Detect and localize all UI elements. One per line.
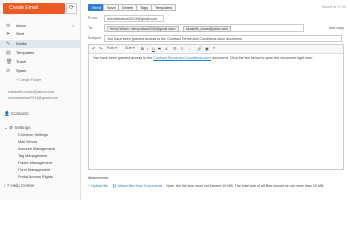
contacts-label: Contacts bbox=[10, 111, 29, 116]
editor-toolbar: ↶ ↷ Font ▾ Size ▾ B I U S A ☰ ≡ ⫶ 🔗 ▣ ❝ bbox=[89, 45, 343, 54]
folder-label: Trash bbox=[16, 59, 27, 64]
folder-label: Sent bbox=[16, 31, 25, 36]
help-section[interactable]: › ? Help Center bbox=[4, 183, 35, 188]
from-value: michaelcalore2013@gmail.com bbox=[107, 17, 158, 21]
folder-trash[interactable]: 🗑 Trash bbox=[0, 58, 80, 66]
refresh-button[interactable]: ⟳ bbox=[66, 3, 77, 14]
list-icon[interactable]: ☰ bbox=[173, 46, 177, 51]
align-icon[interactable]: ⫶ bbox=[189, 46, 190, 51]
folder-label: Inbox bbox=[16, 23, 26, 28]
inbox-icon: ✉ bbox=[6, 23, 11, 29]
settings-label: Settings bbox=[14, 125, 31, 130]
quote-icon[interactable]: ❝ bbox=[213, 46, 215, 51]
trash-icon: 🗑 bbox=[6, 59, 13, 65]
to-field[interactable]: Henry Wilson <henry.wilson2016@gmail.com… bbox=[104, 24, 304, 32]
account-email[interactable]: elizabeth.crowe@yahoo.com bbox=[8, 90, 54, 94]
sidebar: Create Email ⟳ ✉ Inbox 1 ➤ Sent ✎ Drafts… bbox=[0, 0, 81, 200]
help-label: Help Center bbox=[10, 183, 35, 188]
bold-icon[interactable]: B bbox=[141, 46, 144, 51]
undo-icon[interactable]: ↶ bbox=[92, 46, 95, 51]
link-icon[interactable]: 🔗 bbox=[197, 46, 202, 51]
templates-icon: ▤ bbox=[6, 50, 11, 56]
contacts-section[interactable]: 👤 Contacts bbox=[4, 111, 29, 117]
upload-file-link[interactable]: + Upload file bbox=[88, 184, 108, 188]
document-link[interactable]: Contract Terms and Conditions.docx bbox=[153, 56, 211, 60]
add-copy-link[interactable]: Add copy bbox=[329, 26, 344, 30]
spam-icon: ⊘ bbox=[6, 68, 11, 74]
compose-panel: Send Save Delete Tags Templates Saved at… bbox=[84, 0, 350, 200]
subject-input[interactable]: You have been granted access to the Cont… bbox=[104, 35, 342, 42]
redo-icon[interactable]: ↷ bbox=[99, 46, 102, 51]
from-select[interactable]: michaelcalore2013@gmail.com bbox=[104, 15, 164, 22]
message-body[interactable]: You have been granted access to the Cont… bbox=[93, 56, 313, 60]
message-editor[interactable]: ↶ ↷ Font ▾ Size ▾ B I U S A ☰ ≡ ⫶ 🔗 ▣ ❝ … bbox=[88, 44, 344, 170]
to-label: To: bbox=[88, 26, 94, 30]
person-icon: 👤 bbox=[4, 111, 11, 116]
strikethrough-icon[interactable]: S bbox=[158, 46, 161, 51]
attach-label: Attach files from Documents bbox=[117, 184, 163, 188]
attachments-note: Note: the file size must not exceed 15 M… bbox=[166, 184, 325, 188]
recipient-chip[interactable]: elizabeth_crowe@yahoo.com bbox=[183, 26, 231, 32]
subject-label: Subject: bbox=[88, 36, 102, 40]
size-select[interactable]: Size ▾ bbox=[125, 46, 135, 50]
folder-templates[interactable]: ▤ Templates bbox=[0, 49, 80, 57]
unread-count: 1 bbox=[72, 24, 74, 28]
settings-item[interactable]: Portal Access Rights bbox=[18, 175, 53, 179]
body-text: You have been granted access to the bbox=[93, 56, 154, 60]
attach-documents-link[interactable]: ⛓ Attach files from Documents bbox=[112, 184, 162, 188]
upload-label: Upload file bbox=[91, 184, 109, 188]
settings-item[interactable]: Account Management bbox=[18, 147, 55, 151]
folder-label: Drafts bbox=[16, 41, 27, 46]
italic-icon[interactable]: I bbox=[147, 46, 148, 51]
font-select[interactable]: Font ▾ bbox=[107, 46, 117, 50]
settings-item[interactable]: Common Settings bbox=[18, 133, 48, 137]
drafts-icon: ✎ bbox=[6, 41, 11, 47]
settings-item[interactable]: Tag Management bbox=[18, 154, 47, 158]
folder-sent[interactable]: ➤ Sent bbox=[0, 30, 80, 38]
tags-button[interactable]: Tags bbox=[136, 4, 153, 11]
folder-spam[interactable]: ⊘ Spam bbox=[0, 67, 80, 75]
settings-item[interactable]: Mail Server bbox=[18, 140, 37, 144]
sent-icon: ➤ bbox=[6, 31, 11, 37]
folder-label: Spam bbox=[16, 68, 27, 73]
recipient-chip[interactable]: Henry Wilson <henry.wilson2016@gmail.com… bbox=[107, 26, 179, 32]
from-label: From: bbox=[88, 16, 98, 20]
folder-inbox[interactable]: ✉ Inbox 1 bbox=[0, 22, 80, 30]
underline-icon[interactable]: U bbox=[152, 46, 155, 51]
account-email[interactable]: michaelcalore2013@gmail.com bbox=[8, 96, 58, 100]
settings-item[interactable]: Folder Management bbox=[18, 161, 52, 165]
settings-section[interactable]: ⌄ ⚙ Settings bbox=[4, 125, 31, 131]
saved-status: Saved at 17:34 bbox=[321, 5, 346, 9]
templates-button[interactable]: Templates bbox=[151, 4, 177, 11]
settings-item[interactable]: Form Management bbox=[18, 168, 50, 172]
delete-button[interactable]: Delete bbox=[118, 4, 137, 11]
body-text: document. Click the link below to open t… bbox=[211, 56, 313, 60]
attachments-heading: Attachments: bbox=[88, 176, 109, 180]
image-icon[interactable]: ▣ bbox=[205, 46, 209, 51]
create-email-button[interactable]: Create Email bbox=[3, 3, 65, 14]
attachments-row: + Upload file ⛓ Attach files from Docume… bbox=[88, 184, 324, 188]
subject-value: You have been granted access to the Cont… bbox=[107, 37, 242, 41]
folder-drafts[interactable]: ✎ Drafts bbox=[0, 40, 80, 48]
text-color-icon[interactable]: A bbox=[165, 46, 168, 51]
numbered-list-icon[interactable]: ≡ bbox=[181, 46, 183, 51]
create-folder-link[interactable]: + Create Folder bbox=[16, 78, 41, 82]
folder-label: Templates bbox=[16, 50, 35, 55]
